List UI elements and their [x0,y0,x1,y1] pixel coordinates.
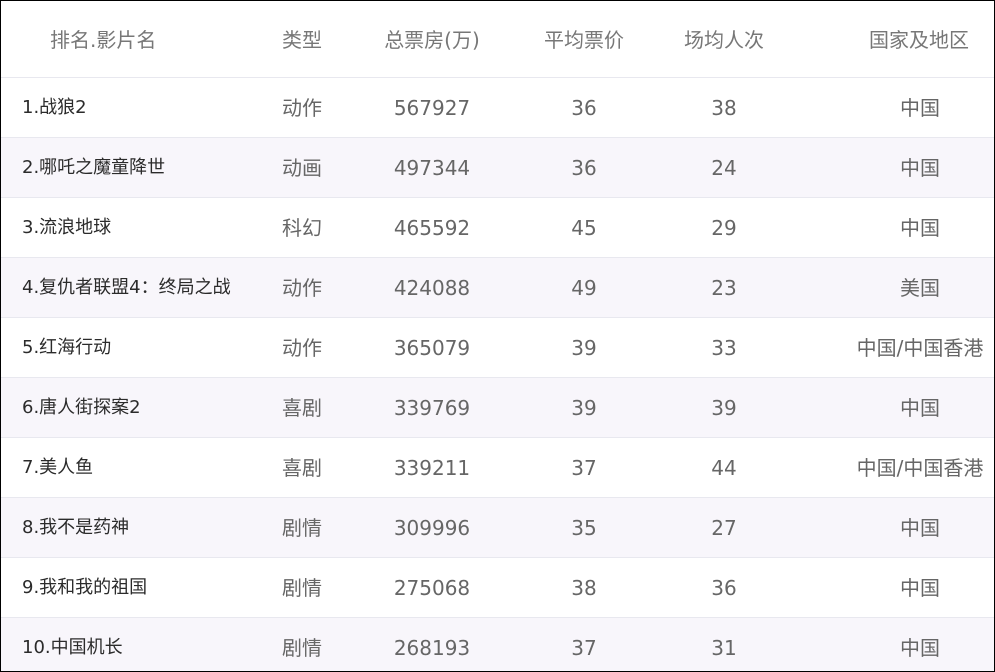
movie-avg-price: 36 [571,156,597,180]
movie-name: 7.美人鱼 [22,457,94,478]
table-row[interactable]: 7.美人鱼 喜剧 339211 37 44 中国/中国香港 [1,437,994,498]
movie-region: 中国 [900,396,940,420]
movie-region: 中国 [900,516,940,540]
movie-name: 5.红海行动 [22,337,112,358]
movie-avg-attendance: 24 [711,156,737,180]
header-avg-price[interactable]: 平均票价 [534,17,634,63]
movie-genre: 动作 [282,276,322,300]
movie-avg-price: 37 [571,636,597,660]
box-office-table: 排名.影片名 类型 总票房(万) 平均票价 场均人次 国家及地区 1.战狼2 动… [0,0,995,672]
movie-avg-attendance: 36 [711,576,737,600]
movie-avg-attendance: 31 [711,636,737,660]
movie-avg-price: 36 [571,96,597,120]
movie-genre: 喜剧 [282,396,322,420]
movie-name: 8.我不是药神 [22,517,130,538]
movie-box-office: 465592 [393,216,471,240]
table-row[interactable]: 6.唐人街探案2 喜剧 339769 39 39 中国 [1,377,994,438]
header-avg-attendance[interactable]: 场均人次 [674,17,774,63]
movie-avg-attendance: 39 [711,396,737,420]
movie-avg-price: 39 [571,396,597,420]
movie-avg-attendance: 27 [711,516,737,540]
movie-avg-price: 45 [571,216,597,240]
movie-avg-attendance: 33 [711,336,737,360]
movie-box-office: 339769 [393,396,471,420]
movie-genre: 动作 [282,336,322,360]
movie-box-office: 424088 [393,276,471,300]
movie-avg-attendance: 29 [711,216,737,240]
movie-region: 中国 [900,636,940,660]
table-row[interactable]: 2.哪吒之魔童降世 动画 497344 36 24 中国 [1,137,994,198]
movie-region: 中国/中国香港 [856,336,984,360]
movie-avg-price: 35 [571,516,597,540]
movie-avg-attendance: 23 [711,276,737,300]
table-row[interactable]: 4.复仇者联盟4：终局之战 动作 424088 49 23 美国 [1,257,994,318]
movie-genre: 动作 [282,96,322,120]
header-box-office[interactable]: 总票房(万) [372,17,492,63]
movie-genre: 剧情 [282,636,322,660]
movie-region: 中国 [900,576,940,600]
movie-avg-price: 38 [571,576,597,600]
table-row[interactable]: 1.战狼2 动作 567927 36 38 中国 [1,77,994,138]
movie-region: 中国 [900,156,940,180]
movie-avg-price: 49 [571,276,597,300]
movie-name: 4.复仇者联盟4：终局之战 [22,277,231,298]
table-row[interactable]: 10.中国机长 剧情 268193 37 31 中国 [1,617,994,671]
movie-genre: 喜剧 [282,456,322,480]
movie-name: 3.流浪地球 [22,217,112,238]
movie-box-office: 275068 [393,576,471,600]
movie-avg-price: 37 [571,456,597,480]
movie-name: 9.我和我的祖国 [22,577,148,598]
table-row[interactable]: 5.红海行动 动作 365079 39 33 中国/中国香港 [1,317,994,378]
movie-name: 2.哪吒之魔童降世 [22,157,166,178]
movie-region: 美国 [900,276,940,300]
movie-region: 中国 [900,216,940,240]
movie-name: 6.唐人街探案2 [22,397,141,418]
movie-genre: 动画 [282,156,322,180]
movie-region: 中国 [900,96,940,120]
movie-box-office: 309996 [393,516,471,540]
movie-name: 10.中国机长 [22,637,123,658]
movie-avg-attendance: 44 [711,456,737,480]
movie-box-office: 567927 [393,96,471,120]
table-row[interactable]: 9.我和我的祖国 剧情 275068 38 36 中国 [1,557,994,618]
movie-box-office: 268193 [393,636,471,660]
movie-genre: 剧情 [282,576,322,600]
table-row[interactable]: 8.我不是药神 剧情 309996 35 27 中国 [1,497,994,558]
movie-box-office: 497344 [393,156,471,180]
header-genre[interactable]: 类型 [272,17,332,63]
header-region[interactable]: 国家及地区 [859,17,979,63]
movie-name: 1.战狼2 [22,97,87,118]
movie-box-office: 339211 [393,456,471,480]
movie-avg-price: 39 [571,336,597,360]
movie-genre: 剧情 [282,516,322,540]
table-row[interactable]: 3.流浪地球 科幻 465592 45 29 中国 [1,197,994,258]
movie-genre: 科幻 [282,216,322,240]
movie-box-office: 365079 [393,336,471,360]
table-header: 排名.影片名 类型 总票房(万) 平均票价 场均人次 国家及地区 [1,17,994,77]
header-rank-name[interactable]: 排名.影片名 [50,17,300,63]
movie-region: 中国/中国香港 [856,456,984,480]
movie-avg-attendance: 38 [711,96,737,120]
